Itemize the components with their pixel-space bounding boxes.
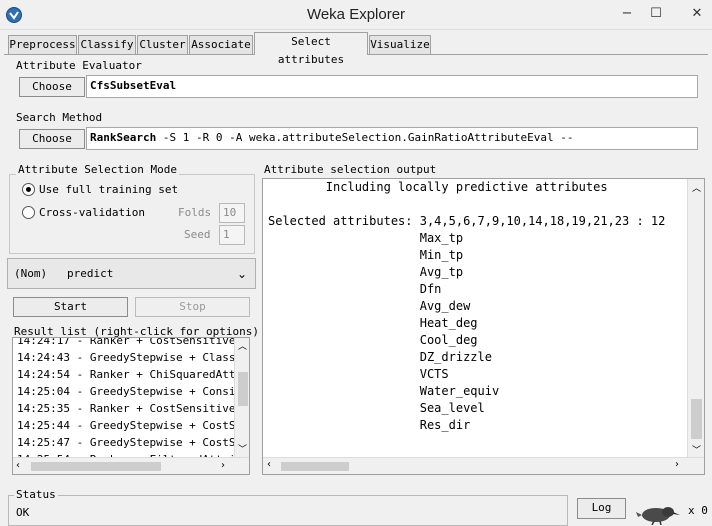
output-line: Selected attributes: 3,4,5,6,7,9,10,14,1… — [268, 214, 666, 228]
tab-visualize[interactable]: Visualize — [369, 35, 431, 54]
output-vscroll-thumb[interactable] — [691, 399, 702, 439]
status-panel — [8, 495, 568, 526]
scroll-up-icon[interactable]: ︿ — [692, 181, 701, 194]
tab-associate[interactable]: Associate — [189, 35, 253, 54]
output-line: Max_tp — [268, 231, 464, 245]
list-item[interactable]: 14:25:35 - Ranker + CostSensitiveAtt — [17, 400, 249, 417]
status-label: Status — [14, 488, 58, 501]
close-button[interactable]: ✕ — [684, 3, 710, 25]
class-attribute-select[interactable]: (Nom) predict ⌄ — [7, 258, 256, 289]
search-field[interactable]: RankSearch -S 1 -R 0 -A weka.attributeSe… — [86, 127, 698, 150]
scroll-right-icon[interactable]: › — [675, 459, 679, 470]
maximize-button[interactable]: ☐ — [643, 3, 669, 25]
output-line: Cool_deg — [268, 333, 478, 347]
scroll-left-icon[interactable]: ‹ — [267, 459, 271, 470]
output-vscrollbar[interactable]: ︿ ﹀ — [687, 179, 704, 457]
search-group-label: Search Method — [16, 111, 103, 124]
evaluator-field[interactable]: CfsSubsetEval — [86, 75, 698, 98]
stop-button[interactable]: Stop — [135, 297, 250, 317]
evaluator-choose-button[interactable]: Choose — [19, 77, 85, 97]
output-line: DZ_drizzle — [268, 350, 492, 364]
output-hscroll-thumb[interactable] — [281, 462, 349, 471]
list-item[interactable]: 14:25:44 - GreedyStepwise + CostSens — [17, 417, 249, 434]
output-line: Including locally predictive attributes — [268, 180, 608, 194]
search-choose-button[interactable]: Choose — [19, 129, 85, 149]
cross-validation-radio[interactable] — [22, 206, 35, 219]
seed-label: Seed — [184, 228, 211, 241]
list-item[interactable]: 14:25:04 - GreedyStepwise + Consiste — [17, 383, 249, 400]
search-args: -S 1 -R 0 -A weka.attributeSelection.Gai… — [156, 131, 574, 144]
list-item[interactable]: 14:24:43 - GreedyStepwise + Classifi — [17, 349, 249, 366]
scroll-left-icon[interactable]: ‹ — [16, 460, 20, 471]
seed-input[interactable]: 1 — [219, 225, 245, 245]
log-button[interactable]: Log — [577, 498, 626, 519]
weka-bird-icon[interactable] — [634, 503, 680, 526]
output-line: Sea_level — [268, 401, 485, 415]
list-item[interactable]: 14:24:17 - Ranker + CostSensitiveAtt — [17, 338, 249, 349]
output-text-area[interactable]: Including locally predictive attributes … — [262, 178, 705, 475]
result-list[interactable]: 14:24:17 - Ranker + CostSensitiveAtt 14:… — [12, 337, 250, 475]
output-line: Water_equiv — [268, 384, 500, 398]
result-list-hscrollbar[interactable]: ‹ › — [13, 457, 249, 474]
tab-classify[interactable]: Classify — [78, 35, 136, 54]
tab-cluster[interactable]: Cluster — [137, 35, 188, 54]
class-type: (Nom) — [14, 267, 48, 280]
output-line: Heat_deg — [268, 316, 478, 330]
output-line: Res_dir — [268, 418, 471, 432]
output-hscrollbar[interactable]: ‹ › — [263, 457, 704, 474]
chevron-down-icon: ⌄ — [236, 267, 247, 281]
output-line: Avg_tp — [268, 265, 464, 279]
mode-group-label: Attribute Selection Mode — [16, 163, 179, 176]
output-line: Min_tp — [268, 248, 464, 262]
scroll-down-icon[interactable]: ﹀ — [238, 442, 247, 455]
folds-input[interactable]: 10 — [219, 203, 245, 223]
result-list-hscroll-thumb[interactable] — [31, 462, 161, 471]
output-label: Attribute selection output — [264, 163, 437, 176]
scroll-down-icon[interactable]: ﹀ — [692, 443, 701, 456]
list-item[interactable]: 14:25:47 - GreedyStepwise + CostSens — [17, 434, 249, 451]
start-button[interactable]: Start — [13, 297, 128, 317]
evaluator-group-label: Attribute Evaluator — [16, 59, 142, 72]
search-name: RankSearch — [90, 131, 157, 144]
output-line: Dfn — [268, 282, 442, 296]
class-value: predict — [67, 267, 114, 280]
scroll-right-icon[interactable]: › — [221, 460, 225, 471]
list-item[interactable]: 14:24:54 - Ranker + ChiSquaredAttrib — [17, 366, 249, 383]
output-line: VCTS — [268, 367, 449, 381]
window-title: Weka Explorer — [306, 6, 406, 23]
tab-preprocess[interactable]: Preprocess — [8, 35, 77, 54]
folds-label: Folds — [178, 206, 212, 219]
result-list-vscrollbar[interactable]: ︿ ﹀ — [234, 338, 249, 457]
full-training-label[interactable]: Use full training set — [39, 183, 178, 196]
task-count: x 0 — [688, 504, 708, 517]
status-text: OK — [16, 506, 30, 519]
scroll-up-icon[interactable]: ︿ — [238, 339, 247, 352]
output-line: Avg_dew — [268, 299, 471, 313]
tab-select-attributes[interactable]: Select attributes — [254, 32, 368, 66]
full-training-radio[interactable] — [22, 183, 35, 196]
result-list-vscroll-thumb[interactable] — [238, 372, 248, 406]
minimize-button[interactable]: − — [614, 3, 640, 25]
cross-validation-label[interactable]: Cross-validation — [39, 206, 145, 219]
